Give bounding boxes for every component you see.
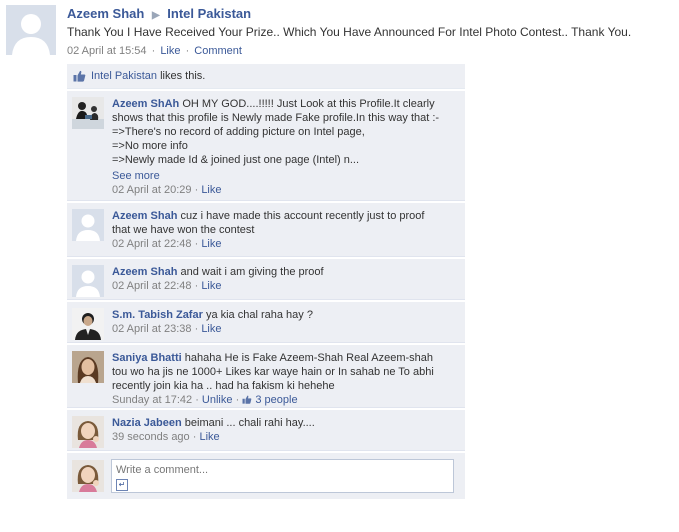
likes-count-label: 3 people — [255, 394, 298, 406]
comment-body: Saniya Bhatti hahaha He is Fake Azeem-Sh… — [112, 351, 457, 407]
comment-text-line: =>There's no record of adding picture on… — [112, 126, 365, 138]
commenter-avatar[interactable] — [72, 265, 104, 297]
post-like-link[interactable]: Like — [160, 45, 180, 57]
comment-meta: 02 April at 23:38 · Like — [112, 322, 457, 336]
comment-text-line: that we have won the contest — [112, 224, 255, 236]
post-timestamp[interactable]: 02 April at 15:54 — [67, 45, 147, 57]
comment-text-line: shows that this profile is Newly made Fa… — [112, 112, 440, 124]
likes-summary: Intel Pakistan likes this. — [91, 70, 205, 82]
post-author-link[interactable]: Azeem Shah — [67, 6, 144, 21]
post-text: Thank You I Have Received Your Prize.. W… — [67, 25, 632, 39]
comment-body: Azeem ShAh OH MY GOD....!!!!! Just Look … — [112, 97, 457, 197]
comment-author-link[interactable]: S.m. Tabish Zafar — [112, 309, 203, 321]
comment-timestamp[interactable]: Sunday at 17:42 — [112, 394, 192, 406]
post-meta: 02 April at 15:54 · Like · Comment — [67, 45, 242, 57]
see-more-link[interactable]: See more — [112, 170, 160, 182]
thumbs-up-icon — [242, 394, 252, 406]
comment-text-line: beimani ... chali rahi hay.... — [184, 417, 315, 429]
comment-input[interactable]: Write a comment... — [111, 459, 454, 493]
comment-unlike-link[interactable]: Unlike — [202, 394, 233, 406]
comment-text-line: OH MY GOD....!!!!! Just Look at this Pro… — [182, 98, 435, 110]
commenter-avatar[interactable] — [72, 308, 104, 340]
liker-link[interactable]: Intel Pakistan — [91, 70, 157, 82]
feedback-section: Intel Pakistan likes this. Azeem ShAh OH… — [67, 64, 465, 499]
comment-meta: 39 seconds ago · Like — [112, 430, 457, 444]
comment-item: Azeem Shah cuz i have made this account … — [67, 203, 465, 257]
comment-meta: 02 April at 22:48 · Like — [112, 279, 457, 293]
comment-text-line: ya kia chal raha hay ? — [205, 309, 313, 321]
likes-suffix: likes this. — [157, 70, 206, 82]
post-header: Azeem Shah ▶ Intel Pakistan — [67, 6, 251, 21]
separator: · — [195, 394, 199, 406]
comment-author-link[interactable]: Nazia Jabeen — [112, 417, 182, 429]
comment-author-link[interactable]: Azeem Shah — [112, 266, 177, 278]
current-user-avatar — [72, 460, 104, 492]
comment-body: Azeem Shah cuz i have made this account … — [112, 209, 457, 251]
separator: · — [151, 45, 156, 57]
commenter-avatar[interactable] — [72, 416, 104, 448]
comment-author-link[interactable]: Azeem Shah — [112, 210, 177, 222]
post-comment-link[interactable]: Comment — [194, 45, 242, 57]
comment-meta: 02 April at 22:48 · Like — [112, 237, 457, 251]
comment-body: Azeem Shah and wait i am giving the proo… — [112, 265, 457, 293]
comment-timestamp[interactable]: 02 April at 20:29 — [112, 184, 192, 196]
thumbs-up-icon — [73, 70, 86, 85]
comment-text-line: tou wo ha jis ne 1000+ Likes kar waye ha… — [112, 366, 434, 378]
commenter-avatar[interactable] — [72, 97, 104, 129]
comment-like-link[interactable]: Like — [201, 323, 221, 335]
comment-like-link[interactable]: Like — [199, 431, 219, 443]
comment-item: Nazia Jabeen beimani ... chali rahi hay.… — [67, 410, 465, 451]
post-author-avatar[interactable] — [6, 5, 56, 55]
comment-author-link[interactable]: Saniya Bhatti — [112, 352, 182, 364]
separator: · — [194, 280, 199, 292]
likes-row: Intel Pakistan likes this. — [67, 64, 465, 89]
comment-item: Azeem ShAh OH MY GOD....!!!!! Just Look … — [67, 91, 465, 201]
comment-body: Nazia Jabeen beimani ... chali rahi hay.… — [112, 416, 457, 444]
return-icon[interactable]: ↵ — [116, 479, 128, 491]
comment-item: Saniya Bhatti hahaha He is Fake Azeem-Sh… — [67, 345, 465, 408]
comment-text-line: and wait i am giving the proof — [180, 266, 324, 278]
separator: · — [192, 431, 197, 443]
comment-like-link[interactable]: Like — [201, 280, 221, 292]
separator: · — [194, 323, 199, 335]
comment-likes-count[interactable]: 3 people — [242, 394, 298, 406]
comment-text-line: hahaha He is Fake Azeem-Shah Real Azeem-… — [184, 352, 434, 364]
comment-timestamp[interactable]: 02 April at 22:48 — [112, 280, 192, 292]
post-target-link[interactable]: Intel Pakistan — [167, 6, 251, 21]
comment-author-link[interactable]: Azeem ShAh — [112, 98, 179, 110]
comment-meta: Sunday at 17:42 · Unlike · 3 people — [112, 393, 457, 407]
comment-timestamp[interactable]: 39 seconds ago — [112, 431, 190, 443]
comment-body: S.m. Tabish Zafar ya kia chal raha hay ?… — [112, 308, 457, 336]
commenter-avatar[interactable] — [72, 351, 104, 383]
comment-like-link[interactable]: Like — [201, 238, 221, 250]
comment-text-line: cuz i have made this account recently ju… — [180, 210, 425, 222]
separator: · — [235, 394, 240, 406]
reply-box: Write a comment... ↵ — [67, 453, 465, 499]
comment-item: Azeem Shah and wait i am giving the proo… — [67, 259, 465, 300]
separator: · — [194, 184, 199, 196]
separator: · — [185, 45, 190, 57]
comment-timestamp[interactable]: 02 April at 23:38 — [112, 323, 192, 335]
commenter-avatar[interactable] — [72, 209, 104, 241]
comment-text-line: =>Newly made Id & joined just one page (… — [112, 154, 360, 166]
comment-meta: 02 April at 20:29 · Like — [112, 183, 457, 197]
comment-timestamp[interactable]: 02 April at 22:48 — [112, 238, 192, 250]
separator: · — [194, 238, 199, 250]
comment-text-line: =>No more info — [112, 140, 188, 152]
comment-item: S.m. Tabish Zafar ya kia chal raha hay ?… — [67, 302, 465, 343]
comment-text-line: recently join kia ha .. had ha fakism ki… — [112, 380, 335, 392]
arrow-right-icon: ▶ — [151, 10, 160, 21]
comment-like-link[interactable]: Like — [201, 184, 221, 196]
